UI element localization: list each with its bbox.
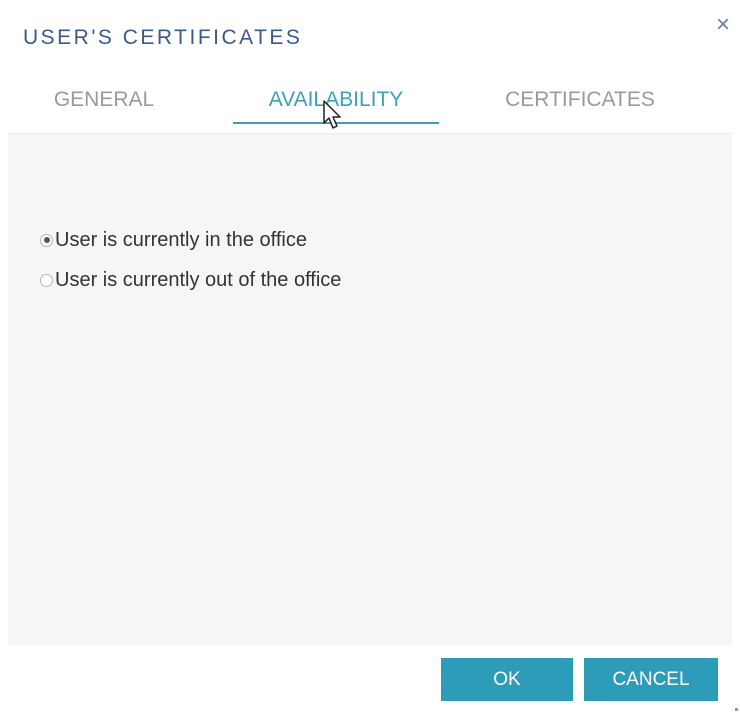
radio-in-office[interactable] — [40, 233, 53, 247]
cancel-button[interactable]: CANCEL — [584, 658, 718, 701]
radio-out-of-office-label: User is currently out of the office — [55, 268, 342, 291]
tab-certificates[interactable]: CERTIFICATES — [490, 78, 670, 122]
users-certificates-dialog: USER'S CERTIFICATES × GENERAL AVAILABILI… — [0, 0, 740, 713]
dialog-footer: OK CANCEL — [0, 645, 740, 713]
close-icon[interactable]: × — [716, 12, 738, 38]
tab-availability[interactable]: AVAILABILITY — [233, 78, 439, 124]
tab-content-panel: User is currently in the office User is … — [8, 133, 732, 645]
radio-in-office-label: User is currently in the office — [55, 228, 307, 251]
radio-option-in-office[interactable]: User is currently in the office — [40, 226, 307, 254]
dialog-title: USER'S CERTIFICATES — [23, 26, 303, 49]
radio-option-out-of-office[interactable]: User is currently out of the office — [40, 266, 341, 294]
ok-button[interactable]: OK — [441, 658, 573, 701]
resize-grip-icon[interactable] — [732, 705, 738, 711]
radio-out-of-office[interactable] — [40, 273, 53, 287]
tab-bar: GENERAL AVAILABILITY CERTIFICATES — [0, 78, 740, 132]
tab-general[interactable]: GENERAL — [44, 78, 164, 122]
